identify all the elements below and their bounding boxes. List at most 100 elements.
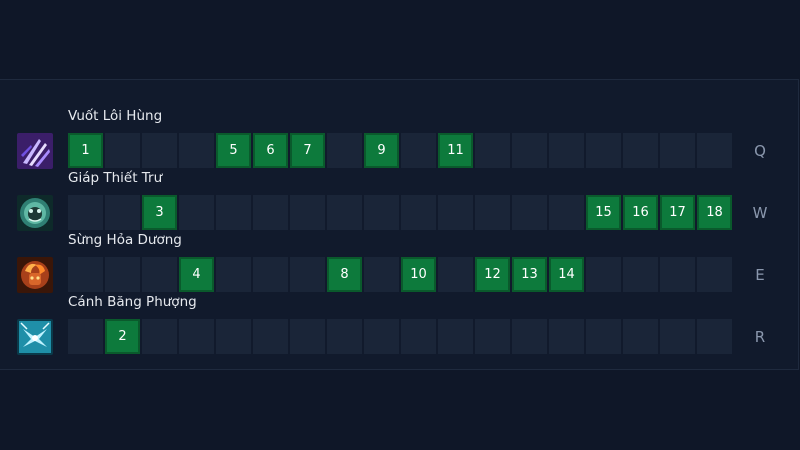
- level-slot-empty[interactable]: [623, 133, 658, 168]
- level-number: [327, 133, 362, 168]
- level-slot-empty[interactable]: [68, 319, 103, 354]
- level-slot-filled[interactable]: 7: [290, 133, 325, 168]
- level-slot-filled[interactable]: 14: [549, 257, 584, 292]
- level-number: [216, 319, 251, 354]
- skill-order-panel: Vuốt Lôi Hùng 1 5 6 7 9 11 Q Giáp Thiết Trư: [0, 79, 799, 370]
- level-slot-empty[interactable]: [549, 133, 584, 168]
- level-slot-filled[interactable]: 3: [142, 195, 177, 230]
- level-number: [364, 319, 399, 354]
- level-slot-empty[interactable]: [660, 257, 695, 292]
- level-slot-empty[interactable]: [364, 195, 399, 230]
- level-slot-empty[interactable]: [105, 195, 140, 230]
- level-slot-empty[interactable]: [512, 319, 547, 354]
- level-slot-empty[interactable]: [216, 257, 251, 292]
- level-slot-empty[interactable]: [660, 133, 695, 168]
- level-slot-empty[interactable]: [401, 319, 436, 354]
- level-slot-empty[interactable]: [105, 133, 140, 168]
- level-number: 13: [521, 267, 538, 282]
- level-number: [660, 319, 695, 354]
- level-number: 18: [706, 205, 723, 220]
- level-slot-empty[interactable]: [216, 195, 251, 230]
- level-slot-filled[interactable]: 6: [253, 133, 288, 168]
- level-slot-empty[interactable]: [216, 319, 251, 354]
- level-slot-empty[interactable]: [586, 133, 621, 168]
- level-slot-empty[interactable]: [364, 319, 399, 354]
- level-number: [660, 257, 695, 292]
- level-slot-empty[interactable]: [179, 195, 214, 230]
- level-slot-filled[interactable]: 15: [586, 195, 621, 230]
- level-slot-empty[interactable]: [697, 319, 732, 354]
- level-number: [327, 319, 362, 354]
- level-slot-empty[interactable]: [327, 319, 362, 354]
- level-slot-empty[interactable]: [586, 319, 621, 354]
- level-slots: 4 8 10 12 13 14: [68, 257, 734, 293]
- level-slot-empty[interactable]: [438, 319, 473, 354]
- level-slot-empty[interactable]: [438, 195, 473, 230]
- level-slot-empty[interactable]: [253, 257, 288, 292]
- level-slot-empty[interactable]: [179, 319, 214, 354]
- skill-name: Vuốt Lôi Hùng: [68, 108, 163, 124]
- level-number: [142, 319, 177, 354]
- skill-name: Sừng Hỏa Dương: [68, 232, 182, 248]
- skill-name: Giáp Thiết Trư: [68, 170, 163, 186]
- level-slot-empty[interactable]: [660, 319, 695, 354]
- level-slot-empty[interactable]: [512, 195, 547, 230]
- level-slot-empty[interactable]: [68, 257, 103, 292]
- level-slot-empty[interactable]: [327, 133, 362, 168]
- level-number: [438, 319, 473, 354]
- level-slot-empty[interactable]: [586, 257, 621, 292]
- level-slot-empty[interactable]: [142, 319, 177, 354]
- level-slot-filled[interactable]: 16: [623, 195, 658, 230]
- level-slot-empty[interactable]: [290, 195, 325, 230]
- level-slot-filled[interactable]: 2: [105, 319, 140, 354]
- level-number: 14: [558, 267, 575, 282]
- level-slot-filled[interactable]: 18: [697, 195, 732, 230]
- level-number: [475, 133, 510, 168]
- level-slot-filled[interactable]: 11: [438, 133, 473, 168]
- level-number: [549, 319, 584, 354]
- level-slot-empty[interactable]: [623, 319, 658, 354]
- level-slot-empty[interactable]: [327, 195, 362, 230]
- level-slot-empty[interactable]: [475, 133, 510, 168]
- level-slot-filled[interactable]: 12: [475, 257, 510, 292]
- level-slot-empty[interactable]: [401, 133, 436, 168]
- level-slot-filled[interactable]: 5: [216, 133, 251, 168]
- level-slot-empty[interactable]: [438, 257, 473, 292]
- level-number: [68, 257, 103, 292]
- level-number: [290, 319, 325, 354]
- level-slot-empty[interactable]: [364, 257, 399, 292]
- level-slot-filled[interactable]: 10: [401, 257, 436, 292]
- level-slot-empty[interactable]: [697, 257, 732, 292]
- fire-ram-icon: [17, 257, 53, 293]
- level-slot-filled[interactable]: 8: [327, 257, 362, 292]
- level-slot-empty[interactable]: [512, 133, 547, 168]
- level-slot-empty[interactable]: [105, 257, 140, 292]
- level-slot-empty[interactable]: [142, 133, 177, 168]
- level-number: [142, 257, 177, 292]
- level-number: [290, 257, 325, 292]
- level-slot-empty[interactable]: [290, 257, 325, 292]
- level-number: [216, 195, 251, 230]
- level-slot-empty[interactable]: [475, 195, 510, 230]
- level-slot-empty[interactable]: [401, 195, 436, 230]
- hotkey-label: Q: [754, 142, 766, 160]
- level-slot-filled[interactable]: 13: [512, 257, 547, 292]
- level-slot-empty[interactable]: [142, 257, 177, 292]
- level-slot-empty[interactable]: [253, 195, 288, 230]
- level-slot-filled[interactable]: 17: [660, 195, 695, 230]
- level-number: [216, 257, 251, 292]
- level-slot-empty[interactable]: [179, 133, 214, 168]
- level-slot-empty[interactable]: [475, 319, 510, 354]
- level-slot-filled[interactable]: 9: [364, 133, 399, 168]
- level-slot-empty[interactable]: [290, 319, 325, 354]
- level-slot-empty[interactable]: [697, 133, 732, 168]
- level-slots: 3 15 16 17 18: [68, 195, 734, 231]
- level-number: 8: [340, 267, 349, 282]
- level-slot-empty[interactable]: [68, 195, 103, 230]
- level-slot-empty[interactable]: [623, 257, 658, 292]
- level-slot-empty[interactable]: [549, 319, 584, 354]
- level-slot-filled[interactable]: 4: [179, 257, 214, 292]
- level-slot-empty[interactable]: [549, 195, 584, 230]
- level-slot-empty[interactable]: [253, 319, 288, 354]
- level-slot-filled[interactable]: 1: [68, 133, 103, 168]
